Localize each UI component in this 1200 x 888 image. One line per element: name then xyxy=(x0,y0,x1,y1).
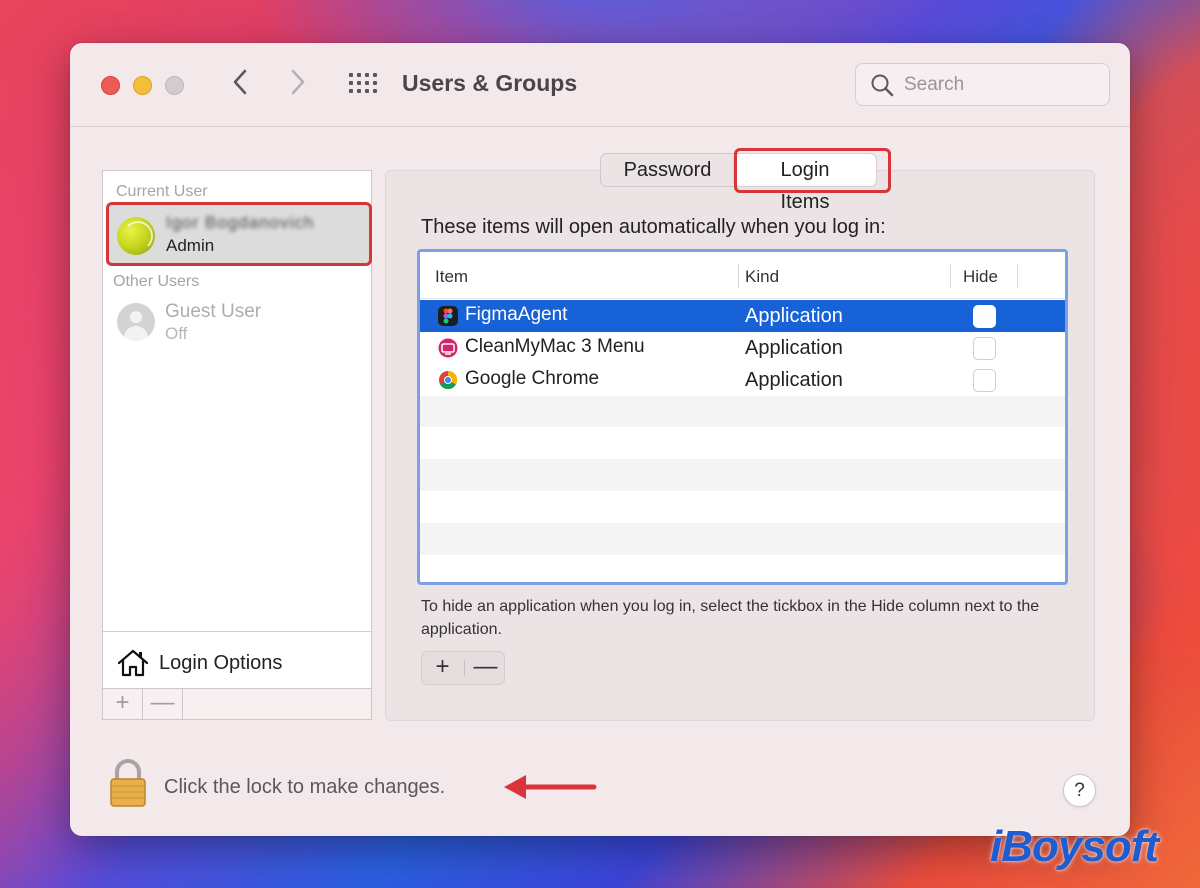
login-items-intro: These items will open automatically when… xyxy=(421,216,886,238)
search-input[interactable] xyxy=(904,72,1099,98)
tab-login-items[interactable]: Login Items xyxy=(734,154,876,213)
table-row[interactable]: CleanMyMac 3 Menu Application xyxy=(420,332,1065,364)
add-login-item-button[interactable]: + xyxy=(422,652,463,684)
tab-password[interactable]: Password xyxy=(601,154,734,186)
forward-button[interactable] xyxy=(288,67,308,106)
column-separator xyxy=(1017,264,1018,288)
column-header-item[interactable]: Item xyxy=(435,267,468,287)
chrome-icon xyxy=(439,371,458,390)
table-row[interactable]: Google Chrome Application xyxy=(420,364,1065,396)
hide-checkbox[interactable] xyxy=(973,305,996,328)
column-header-kind[interactable]: Kind xyxy=(745,267,779,287)
empty-row xyxy=(420,427,1065,459)
users-sidebar: Current User Igor Bogdanovich Admin Othe… xyxy=(102,170,372,720)
chevron-right-icon xyxy=(291,69,305,95)
hide-checkbox[interactable] xyxy=(973,369,996,392)
close-button[interactable] xyxy=(101,76,120,95)
login-item-kind: Application xyxy=(745,337,843,359)
guest-user-name[interactable]: Guest User xyxy=(165,301,261,323)
empty-row xyxy=(420,459,1065,491)
current-user-heading: Current User xyxy=(116,183,208,200)
login-item-name: Google Chrome xyxy=(465,368,600,389)
lock-hint-text: Click the lock to make changes. xyxy=(164,776,446,798)
empty-row xyxy=(420,491,1065,523)
login-item-kind: Application xyxy=(745,369,843,391)
column-separator xyxy=(738,264,739,288)
login-item-name: CleanMyMac 3 Menu xyxy=(465,336,645,357)
watermark-logo: iBoysoft xyxy=(990,822,1159,871)
titlebar: Users & Groups xyxy=(70,43,1130,127)
search-field[interactable] xyxy=(855,63,1110,106)
hide-hint-text: To hide an application when you log in, … xyxy=(421,598,1040,638)
login-items-table[interactable]: Item Kind Hide FigmaAgent Application Cl… xyxy=(417,249,1068,585)
system-preferences-window: Users & Groups Current User Igor Bogdano… xyxy=(70,43,1130,836)
current-user-row[interactable]: Igor Bogdanovich Admin xyxy=(106,205,370,265)
column-separator xyxy=(950,264,951,288)
guest-user-avatar-icon xyxy=(117,303,155,341)
column-header-hide[interactable]: Hide xyxy=(963,267,998,287)
current-user-role: Admin xyxy=(166,236,215,255)
sidebar-divider xyxy=(103,631,371,632)
window-title: Users & Groups xyxy=(402,70,578,96)
login-options-label: Login Options xyxy=(159,651,283,674)
lock-icon[interactable] xyxy=(108,759,148,807)
show-all-grid-icon[interactable] xyxy=(349,73,379,97)
search-icon xyxy=(871,74,894,97)
login-item-name: FigmaAgent xyxy=(465,304,568,325)
remove-login-item-button[interactable]: — xyxy=(465,652,506,684)
cleanmymac-icon xyxy=(438,338,458,358)
table-header: Item Kind Hide xyxy=(420,252,1065,299)
zoom-button[interactable] xyxy=(165,76,184,95)
remove-user-button[interactable]: — xyxy=(143,689,183,719)
table-row[interactable]: FigmaAgent Application xyxy=(420,300,1065,332)
empty-row xyxy=(420,395,1065,427)
chevron-left-icon xyxy=(233,69,247,95)
minimize-button[interactable] xyxy=(133,76,152,95)
tennis-ball-avatar xyxy=(117,217,155,255)
guest-user-state: Off xyxy=(165,324,188,343)
empty-row xyxy=(420,555,1065,582)
other-users-heading: Other Users xyxy=(113,273,200,290)
add-remove-item-buttons: + — xyxy=(421,651,505,685)
login-options-item[interactable]: Login Options xyxy=(117,647,282,679)
add-user-button[interactable]: + xyxy=(103,689,143,719)
back-button[interactable] xyxy=(230,67,250,106)
empty-row xyxy=(420,523,1065,555)
login-item-kind: Application xyxy=(745,305,843,327)
help-button[interactable]: ? xyxy=(1063,774,1096,807)
figma-icon xyxy=(438,306,458,326)
current-user-name: Igor Bogdanovich xyxy=(166,213,315,232)
home-icon xyxy=(117,649,149,677)
red-arrow-annotation-icon xyxy=(504,775,597,799)
sidebar-footer: + — xyxy=(102,688,372,720)
hide-checkbox[interactable] xyxy=(973,337,996,360)
tab-bar: Password Login Items xyxy=(600,153,877,213)
